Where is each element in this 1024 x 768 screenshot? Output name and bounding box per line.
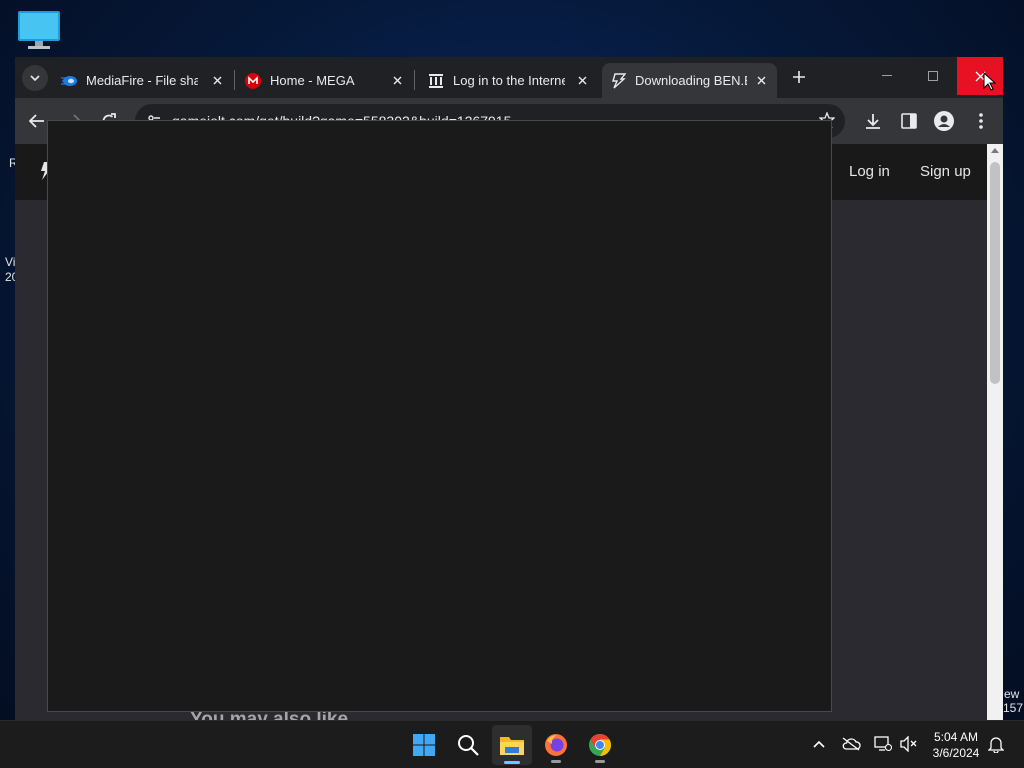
- profile-button[interactable]: [932, 109, 956, 133]
- folder-icon: [500, 737, 524, 755]
- network-icon: [874, 736, 892, 752]
- arrow-left-icon: [29, 114, 44, 128]
- notifications-button[interactable]: [985, 733, 1007, 755]
- start-button[interactable]: [404, 725, 444, 765]
- internet-archive-icon: [428, 73, 444, 89]
- minimize-icon: [882, 75, 892, 76]
- downloads-button[interactable]: [861, 109, 885, 133]
- tab-mega[interactable]: Home - MEGA: [237, 63, 413, 98]
- side-panel-button[interactable]: [897, 109, 921, 133]
- clock-date: 3/6/2024: [932, 746, 980, 760]
- login-link[interactable]: Log in: [849, 163, 890, 180]
- tab-title: Downloading BEN.EX: [635, 73, 747, 88]
- gamejolt-icon: [610, 72, 626, 89]
- tab-separator: [234, 70, 235, 90]
- search-icon: [458, 735, 479, 756]
- minimize-button[interactable]: [864, 57, 910, 95]
- desktop-label-fragment: ew: [1004, 687, 1020, 701]
- clock-time: 5:04 AM: [933, 730, 979, 744]
- volume-muted-icon: [900, 736, 917, 752]
- download-icon: [866, 114, 880, 129]
- close-icon[interactable]: [753, 72, 769, 88]
- tab-strip: MediaFire - File shar Home - MEGA Log in…: [15, 57, 1003, 98]
- scroll-up-arrow-icon[interactable]: [991, 148, 999, 153]
- close-icon[interactable]: [209, 72, 225, 88]
- close-icon[interactable]: [574, 72, 590, 88]
- file-explorer-button[interactable]: [492, 725, 532, 765]
- mega-icon: [245, 72, 261, 89]
- tab-title: Log in to the Interne: [453, 73, 565, 88]
- taskbar: 5:04 AM 3/6/2024: [0, 720, 1024, 768]
- search-button[interactable]: [448, 725, 488, 765]
- desktop-label-fragment: Vi: [5, 255, 16, 269]
- blank-popup-window[interactable]: [47, 120, 832, 712]
- show-hidden-icons-button[interactable]: [808, 733, 830, 755]
- new-tab-button[interactable]: [788, 66, 810, 88]
- chrome-icon: [589, 734, 611, 756]
- cloud-off-icon: [842, 737, 861, 751]
- tab-separator: [414, 70, 415, 90]
- tab-search-button[interactable]: [22, 65, 48, 91]
- windows-start-icon: [413, 734, 435, 756]
- tab-title: MediaFire - File shar: [86, 73, 198, 88]
- signup-link[interactable]: Sign up: [920, 163, 971, 180]
- tab-internet-archive[interactable]: Log in to the Interne: [420, 63, 598, 98]
- side-panel-icon: [901, 113, 917, 129]
- tab-gamejolt[interactable]: Downloading BEN.EX: [602, 63, 777, 98]
- maximize-button[interactable]: [910, 57, 956, 95]
- chevron-down-icon: [30, 75, 40, 81]
- tab-title: Home - MEGA: [270, 73, 355, 88]
- tab-mediafire[interactable]: MediaFire - File shar: [53, 63, 233, 98]
- menu-button[interactable]: [969, 109, 993, 133]
- desktop-label-fragment: 157: [1003, 701, 1024, 715]
- mouse-cursor-icon: [983, 71, 997, 96]
- back-button[interactable]: [25, 109, 49, 133]
- close-window-button[interactable]: [957, 57, 1003, 95]
- scroll-thumb[interactable]: [990, 162, 1000, 384]
- volume-tray-icon[interactable]: [898, 733, 920, 755]
- onedrive-tray-icon[interactable]: [840, 733, 862, 755]
- page-scrollbar[interactable]: [987, 144, 1003, 720]
- firefox-icon: [545, 734, 567, 756]
- chrome-button[interactable]: [580, 725, 620, 765]
- network-tray-icon[interactable]: [872, 733, 894, 755]
- taskbar-clock[interactable]: 5:04 AM 3/6/2024: [922, 729, 990, 761]
- close-icon[interactable]: [389, 72, 405, 88]
- profile-icon: [934, 111, 954, 131]
- chevron-up-icon: [813, 740, 825, 748]
- mediafire-icon: [61, 73, 77, 89]
- firefox-button[interactable]: [536, 725, 576, 765]
- this-pc-desktop-icon[interactable]: [16, 10, 62, 50]
- more-vertical-icon: [979, 113, 983, 129]
- plus-icon: [793, 71, 805, 83]
- bell-icon: [988, 737, 1004, 753]
- maximize-icon: [928, 71, 938, 81]
